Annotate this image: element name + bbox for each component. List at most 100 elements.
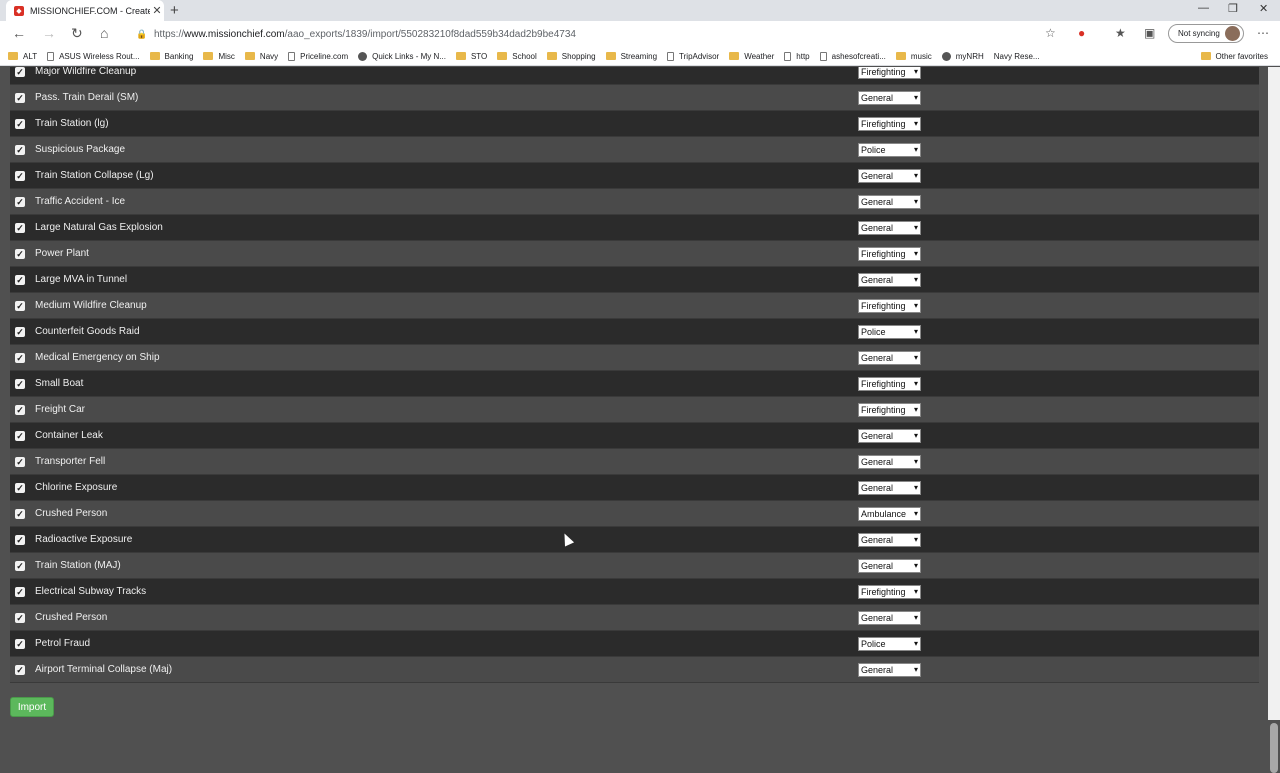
category-select[interactable]: General ▾ — [858, 533, 921, 547]
back-icon[interactable]: ← — [12, 25, 26, 41]
category-select[interactable]: General ▾ — [858, 429, 921, 443]
mission-name: Medical Emergency on Ship — [35, 352, 160, 363]
category-select[interactable]: Firefighting ▾ — [858, 247, 921, 261]
bookmark-item[interactable]: Streaming — [605, 52, 657, 61]
bookmark-item[interactable]: music — [895, 52, 932, 61]
mission-checkbox[interactable]: ✓ — [15, 274, 25, 285]
mission-checkbox[interactable]: ✓ — [15, 378, 25, 389]
folder-icon — [497, 52, 508, 60]
favorite-add-icon[interactable]: ☆ — [1045, 26, 1056, 40]
category-select[interactable]: Police ▾ — [858, 637, 921, 651]
bookmark-item[interactable]: Navy — [244, 51, 279, 61]
tab-close-icon[interactable]: ✕ — [150, 4, 164, 17]
bookmark-item[interactable]: TripAdvisor — [667, 51, 719, 61]
category-select[interactable]: Firefighting ▾ — [858, 377, 921, 391]
category-value: General — [861, 197, 894, 207]
bookmark-item[interactable]: Weather — [729, 52, 774, 61]
bookmark-item[interactable]: Misc — [203, 52, 235, 61]
bookmark-item[interactable]: ALT — [8, 52, 37, 61]
mission-name: Train Station (MAJ) — [35, 560, 121, 571]
mission-checkbox[interactable]: ✓ — [15, 300, 25, 311]
category-value: Police — [861, 639, 886, 649]
chevron-down-icon: ▾ — [913, 405, 918, 414]
mission-checkbox[interactable]: ✓ — [15, 664, 25, 675]
bookmark-label: http — [796, 51, 810, 61]
mission-checkbox[interactable]: ✓ — [15, 67, 25, 77]
category-select[interactable]: Police ▾ — [858, 143, 921, 157]
category-select[interactable]: General ▾ — [858, 169, 921, 183]
new-tab-button[interactable]: + — [170, 2, 179, 19]
extension-icon[interactable]: ● — [1078, 26, 1085, 40]
category-select[interactable]: General ▾ — [858, 481, 921, 495]
category-value: General — [861, 223, 894, 233]
mission-checkbox[interactable]: ✓ — [15, 638, 25, 649]
mission-checkbox[interactable]: ✓ — [15, 326, 25, 337]
reload-icon[interactable]: ↻ — [71, 25, 83, 42]
import-button[interactable]: Import — [10, 697, 54, 717]
mission-checkbox[interactable]: ✓ — [15, 118, 25, 129]
mission-checkbox[interactable]: ✓ — [15, 170, 25, 181]
browser-tab[interactable]: ◆ MISSIONCHIEF.COM - Create yo ✕ — [6, 0, 164, 21]
mission-checkbox[interactable]: ✓ — [15, 508, 25, 519]
bookmark-item[interactable]: Shopping — [546, 52, 596, 61]
mission-checkbox[interactable]: ✓ — [15, 248, 25, 259]
bookmark-item[interactable]: http — [784, 51, 810, 61]
address-bar[interactable]: 🔒 https://www.missionchief.com/aao_expor… — [136, 25, 1066, 43]
mission-checkbox[interactable]: ✓ — [15, 482, 25, 493]
category-select[interactable]: Firefighting ▾ — [858, 403, 921, 417]
category-select[interactable]: General ▾ — [858, 559, 921, 573]
category-select[interactable]: General ▾ — [858, 611, 921, 625]
site-favicon-icon: ◆ — [14, 5, 24, 16]
bookmark-item[interactable]: Navy Rese... — [994, 52, 1040, 61]
bookmark-label: Navy — [259, 51, 279, 61]
mission-checkbox[interactable]: ✓ — [15, 430, 25, 441]
category-select[interactable]: Police ▾ — [858, 325, 921, 339]
mission-checkbox[interactable]: ✓ — [15, 404, 25, 415]
page-scrollbar[interactable] — [1268, 67, 1280, 773]
profile-sync-button[interactable]: Not syncing — [1168, 24, 1244, 43]
mission-name: Traffic Accident - Ice — [35, 196, 126, 207]
category-select[interactable]: Firefighting ▾ — [858, 67, 921, 79]
category-select[interactable]: General ▾ — [858, 91, 921, 105]
bookmark-item[interactable]: myNRH — [941, 51, 984, 61]
mission-checkbox[interactable]: ✓ — [15, 560, 25, 571]
mission-checkbox[interactable]: ✓ — [15, 456, 25, 467]
bookmark-item[interactable]: ASUS Wireless Rout... — [47, 51, 140, 61]
mission-checkbox[interactable]: ✓ — [15, 586, 25, 597]
restore-button[interactable]: ❐ — [1228, 2, 1238, 15]
collections-icon[interactable]: ▣ — [1144, 26, 1155, 40]
other-favorites[interactable]: Other favorites — [1200, 52, 1268, 61]
mission-checkbox[interactable]: ✓ — [15, 144, 25, 155]
category-value: Firefighting — [861, 301, 906, 311]
category-select[interactable]: General ▾ — [858, 663, 921, 677]
home-icon[interactable]: ⌂ — [100, 25, 108, 41]
category-select[interactable]: General ▾ — [858, 221, 921, 235]
bookmark-item[interactable]: Quick Links - My N... — [358, 51, 446, 61]
category-select[interactable]: Firefighting ▾ — [858, 117, 921, 131]
bookmark-item[interactable]: ashesofcreati... — [819, 51, 886, 61]
scrollbar-thumb[interactable] — [1270, 723, 1278, 773]
close-window-button[interactable]: ✕ — [1259, 2, 1268, 15]
category-select[interactable]: Firefighting ▾ — [858, 299, 921, 313]
bookmark-item[interactable]: Banking — [149, 52, 193, 61]
mission-name: Transporter Fell — [35, 456, 106, 467]
minimize-button[interactable]: — — [1198, 2, 1209, 14]
category-select[interactable]: General ▾ — [858, 273, 921, 287]
category-select[interactable]: General ▾ — [858, 195, 921, 209]
mission-checkbox[interactable]: ✓ — [15, 534, 25, 545]
category-select[interactable]: General ▾ — [858, 455, 921, 469]
more-icon[interactable]: ⋯ — [1257, 26, 1269, 40]
bookmark-item[interactable]: Priceline.com — [288, 51, 348, 61]
bookmark-item[interactable]: School — [497, 52, 537, 61]
mission-checkbox[interactable]: ✓ — [15, 352, 25, 363]
forward-icon[interactable]: → — [42, 25, 56, 41]
category-select[interactable]: Ambulance ▾ — [858, 507, 921, 521]
bookmark-item[interactable]: STO — [455, 52, 487, 61]
mission-checkbox[interactable]: ✓ — [15, 222, 25, 233]
category-select[interactable]: General ▾ — [858, 351, 921, 365]
category-select[interactable]: Firefighting ▾ — [858, 585, 921, 599]
mission-checkbox[interactable]: ✓ — [15, 196, 25, 207]
favorites-icon[interactable]: ★ — [1115, 26, 1126, 40]
mission-checkbox[interactable]: ✓ — [15, 92, 25, 103]
mission-checkbox[interactable]: ✓ — [15, 612, 25, 623]
